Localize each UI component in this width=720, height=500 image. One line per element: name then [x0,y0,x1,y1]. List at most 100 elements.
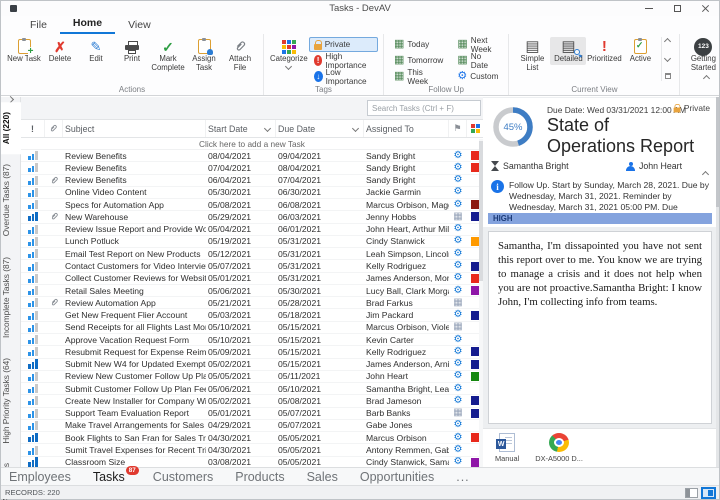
table-row[interactable]: Make Travel Arrangements for Sales Trip … [21,420,483,432]
column-attachment[interactable] [45,120,63,137]
task-start-date: 05/21/2021 [206,297,276,308]
table-row[interactable]: Review Benefits07/04/202108/04/2021Sandy… [21,162,483,174]
task-subject: Review New Customer Follow Up Plan [63,371,206,382]
tab-file[interactable]: File [17,17,60,34]
edit-button[interactable]: ✎ Edit [78,37,114,65]
table-row[interactable]: Review Automation App05/21/202105/28/202… [21,297,483,309]
tab-sales[interactable]: Sales [307,470,338,484]
getting-started-button[interactable]: 123 Getting Started [685,37,720,73]
table-row[interactable]: Specs for Automation App05/08/202106/08/… [21,199,483,211]
mark-complete-button[interactable]: ✓ Mark Complete [150,37,186,73]
task-assigned-to: James Anderson, Arnie Sch... [364,359,449,370]
table-row[interactable]: Create New Installer for Company Wide Ap… [21,395,483,407]
gallery-expand-button[interactable] [665,73,671,79]
categorize-button[interactable]: Categorize [269,37,309,70]
tab-customers[interactable]: Customers [153,470,213,484]
sidebar-item-high-priority-tasks[interactable]: High Priority Tasks (64) [1,348,21,454]
table-row[interactable]: Resubmit Request for Expense Reimburseme… [21,346,483,358]
table-row[interactable]: Lunch Potluck05/19/202105/31/2021Cindy S… [21,236,483,248]
table-row[interactable]: Review Benefits06/04/202107/04/2021Sandy… [21,175,483,187]
column-category[interactable] [467,120,483,137]
assign-task-button[interactable]: Assign Task [186,37,222,73]
table-row[interactable]: Email Test Report on New Products05/12/2… [21,248,483,260]
task-subject: Review Automation App [63,297,206,308]
column-assigned-to[interactable]: Assigned To [364,120,449,137]
tab-tasks[interactable]: Tasks 87 [93,470,125,484]
gallery-up-button[interactable] [664,38,671,45]
main-area: All (220) Overdue Tasks (87) Incomplete … [1,97,719,467]
active-button[interactable]: ✓ Active [622,37,658,65]
close-button[interactable] [691,1,719,16]
person-icon [626,162,635,171]
table-row[interactable]: Support Team Evaluation Report05/01/2021… [21,408,483,420]
column-subject[interactable]: Subject [63,120,206,137]
sidebar-item-overdue-tasks[interactable]: Overdue Tasks (87) [1,154,21,246]
next-week-button[interactable]: ▦Next Week [452,37,503,52]
detail-collapse-button[interactable] [702,171,709,178]
table-row[interactable]: Review Issue Report and Provide Workarou… [21,224,483,236]
table-row[interactable]: Retail Sales Meeting05/06/202105/30/2021… [21,285,483,297]
table-row[interactable]: Submit New W4 for Updated Exemptions05/0… [21,359,483,371]
attachment-dx-a5000[interactable]: DX-A5000 D... [535,433,583,463]
maximize-button[interactable] [663,1,691,16]
high-importance-button[interactable]: ! High Importance [309,53,378,68]
column-flag[interactable]: ⚑ [449,120,467,137]
sidebar-item-incomplete-tasks[interactable]: Incomplete Tasks (87) [1,247,21,348]
prioritized-button[interactable]: ! Prioritized [586,37,622,65]
attach-file-label: Attach File [223,55,257,72]
table-row[interactable]: Collect Customer Reviews for Website05/0… [21,273,483,285]
attachment-manual[interactable]: Manual [495,433,519,463]
tab-products[interactable]: Products [235,470,284,484]
no-date-label: No Date [471,52,499,70]
delete-button[interactable]: ✗ Delete [42,37,78,65]
table-row[interactable]: Submit Customer Follow Up Plan Feedback0… [21,383,483,395]
task-start-date: 05/10/2021 [206,334,276,345]
attach-file-button[interactable]: Attach File [222,37,258,73]
table-row[interactable]: New Warehouse05/29/202106/03/2021Jenny H… [21,211,483,223]
task-subject: Get New Frequent Flier Account [63,309,206,320]
new-task-button[interactable]: + New Task [6,37,42,65]
minimize-button[interactable] [635,1,663,16]
panel-scrollbar[interactable] [716,97,719,467]
detailed-label: Detailed [554,55,583,64]
task-description[interactable]: Samantha, I'm dissapointed you have not … [488,231,712,424]
table-row[interactable]: Review Benefits08/04/202109/04/2021Sandy… [21,150,483,162]
app-window: { "window": { "title": "Tasks - DevAV" }… [0,0,720,500]
scrollbar-thumb[interactable] [716,97,719,207]
print-button[interactable]: Print [114,37,150,65]
tab-employees[interactable]: Employees [9,470,71,484]
no-date-button[interactable]: ▦No Date [452,53,503,68]
table-row[interactable]: Review New Customer Follow Up Plan05/05/… [21,371,483,383]
more-tabs-button[interactable]: ... [456,470,469,484]
tomorrow-button[interactable]: ▦Tomorrow [389,53,448,68]
table-row[interactable]: Send Receipts for all Flights Last Month… [21,322,483,334]
gallery-down-button[interactable] [664,55,671,62]
custom-button[interactable]: ⚙Custom [452,69,503,84]
column-importance[interactable]: ! [21,120,45,137]
add-new-task-row[interactable]: Click here to add a new Task [21,138,483,150]
table-row[interactable]: Contact Customers for Video Interviews05… [21,260,483,272]
sidebar-item-all[interactable]: All (220) [1,102,21,154]
layout-right-pane-button[interactable] [702,488,715,498]
task-rows: Review Benefits08/04/202109/04/2021Sandy… [21,150,483,467]
tab-home[interactable]: Home [60,15,115,34]
table-row[interactable]: Classroom Size03/08/202105/05/2021Cindy … [21,457,483,467]
column-start-date[interactable]: Start Date [206,120,276,137]
today-button[interactable]: ▦Today [389,37,448,52]
table-row[interactable]: Sumit Travel Expenses for Recent Trip04/… [21,444,483,456]
table-row[interactable]: Book Flights to San Fran for Sales Trip0… [21,432,483,444]
search-input[interactable] [367,100,481,116]
low-importance-button[interactable]: ↓ Low Importance [309,69,378,84]
simple-list-button[interactable]: ▤ Simple List [514,37,550,73]
column-due-date[interactable]: Due Date [276,120,364,137]
priority-icon [28,298,37,307]
this-week-button[interactable]: ▦This Week [389,69,448,84]
detailed-button[interactable]: ▤ Detailed [550,37,586,65]
table-row[interactable]: Get New Frequent Flier Account05/03/2021… [21,309,483,321]
table-row[interactable]: Online Video Content05/30/202106/30/2021… [21,187,483,199]
layout-left-pane-button[interactable] [685,488,698,498]
private-button[interactable]: Private [309,37,378,52]
tab-opportunities[interactable]: Opportunities [360,470,434,484]
tab-view[interactable]: View [115,17,164,34]
table-row[interactable]: Approve Vacation Request Form05/10/20210… [21,334,483,346]
